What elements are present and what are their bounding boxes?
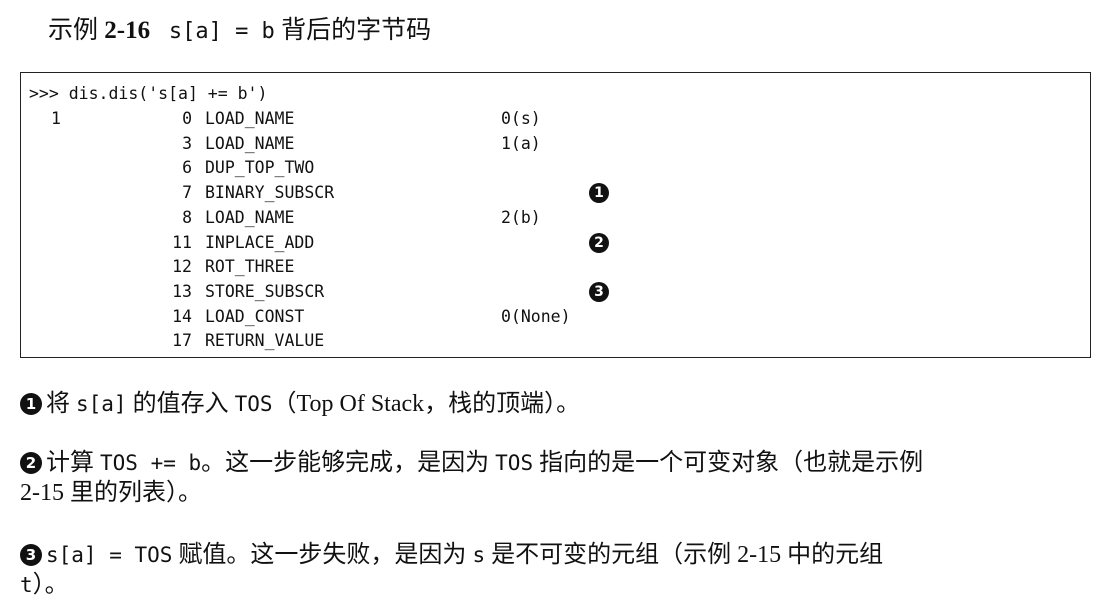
opcode-name: STORE_SUBSCR: [205, 281, 325, 301]
inline-code: TOS: [495, 451, 534, 475]
line-number: 1: [51, 109, 61, 128]
opcode-name: LOAD_NAME: [205, 133, 295, 153]
callout-marker: 1: [589, 183, 609, 204]
bytecode-offset: 8: [182, 207, 192, 227]
bytecode-row: 8 LOAD_NAME 2(b): [21, 206, 1090, 230]
note-line: 2-15 里的列表）。: [20, 478, 202, 508]
command-text: >>> dis.dis('s[a] += b'): [29, 84, 268, 103]
title-code: s[a] = b: [168, 19, 275, 44]
bytecode-row: 6 DUP_TOP_TWO: [21, 156, 1090, 180]
bytecode-offset: 14: [172, 306, 192, 326]
note-text: 2-15 里的列表）。: [20, 480, 202, 506]
opcode-name: RETURN_VALUE: [205, 331, 325, 351]
note-text: ）。: [32, 572, 69, 598]
example-title: 示例 2-16 s[a] = b 背后的字节码: [48, 10, 431, 46]
inline-code: t: [20, 573, 33, 597]
bytecode-row: 12 ROT_THREE: [21, 255, 1090, 279]
opcode-argument: 0(None): [501, 306, 571, 326]
inline-code: s[a]: [76, 392, 127, 416]
bytecode-row: 1 0 LOAD_NAME 0(s): [21, 107, 1090, 131]
inline-code: s[a] = TOS: [46, 543, 173, 567]
bytecode-offset: 17: [172, 331, 192, 351]
bytecode-offset: 13: [172, 281, 192, 301]
note-text: 赋值。这一步失败，是因为: [172, 542, 473, 568]
bytecode-offset: 3: [182, 133, 192, 153]
opcode-name: BINARY_SUBSCR: [205, 183, 335, 203]
bytecode-row: 7 BINARY_SUBSCR 1: [21, 181, 1090, 205]
callout-marker: 2: [589, 232, 609, 253]
callout-bullet: 2: [20, 452, 42, 474]
opcode-name: ROT_THREE: [205, 257, 295, 277]
bytecode-offset: 0: [182, 109, 192, 128]
note-line: 1将 s[a] 的值存入 TOS（Top Of Stack，栈的顶端）。: [20, 389, 580, 419]
example-number: 2-16: [104, 17, 151, 44]
opcode-name: LOAD_NAME: [205, 207, 295, 227]
bytecode-offset: 7: [182, 183, 192, 203]
code-command: >>> dis.dis('s[a] += b'): [21, 82, 1090, 106]
title-suffix: 背后的字节码: [274, 17, 432, 44]
note-line: t）。: [20, 570, 69, 600]
opcode-argument: 2(b): [501, 207, 541, 227]
opcode-argument: 0(s): [501, 109, 541, 128]
note-text: 指向的是一个可变对象（也就是示例: [533, 450, 924, 476]
callout-marker: 3: [589, 281, 609, 302]
bytecode-row: 17 RETURN_VALUE: [21, 329, 1090, 353]
inline-code: TOS: [234, 392, 273, 416]
note-text: 将: [46, 391, 76, 417]
bytecode-offset: 11: [172, 232, 192, 252]
opcode-name: LOAD_NAME: [205, 109, 295, 128]
code-listing: >>> dis.dis('s[a] += b') 1 0 LOAD_NAME 0(s)…: [20, 72, 1091, 358]
opcode-argument: 1(a): [501, 133, 541, 153]
inline-code: s: [472, 543, 486, 567]
inline-code: TOS += b: [100, 451, 202, 475]
note-line: 2 计算 TOS += b。这一步能够完成，是因为 TOS 指向的是一个可变对象（…: [20, 448, 923, 478]
note-text: （Top Of Stack，栈的顶端）。: [272, 391, 581, 417]
opcode-name: DUP_TOP_TWO: [205, 158, 315, 178]
bytecode-row: 13 STORE_SUBSCR 3: [21, 280, 1090, 304]
title-prefix: 示例: [48, 17, 105, 44]
note-text: 。这一步能够完成，是因为: [201, 450, 496, 476]
note-text: 是不可变的元组（示例 2-15 中的元组: [485, 542, 884, 568]
callout-bullet: 1: [20, 393, 42, 415]
opcode-name: INPLACE_ADD: [205, 232, 315, 252]
bytecode-offset: 6: [182, 158, 192, 178]
note-line: 3 s[a] = TOS 赋值。这一步失败，是因为 s 是不可变的元组（示例 2-…: [20, 540, 883, 570]
opcode-name: LOAD_CONST: [205, 306, 305, 326]
note-text: 计算: [46, 450, 100, 476]
callout-bullet: 3: [20, 544, 42, 566]
note-text: 的值存入: [126, 391, 235, 417]
bytecode-row: 14 LOAD_CONST 0(None): [21, 305, 1090, 329]
bytecode-row: 3 LOAD_NAME 1(a): [21, 132, 1090, 156]
bytecode-row: 11 INPLACE_ADD 2: [21, 231, 1090, 255]
bytecode-offset: 12: [172, 257, 192, 277]
